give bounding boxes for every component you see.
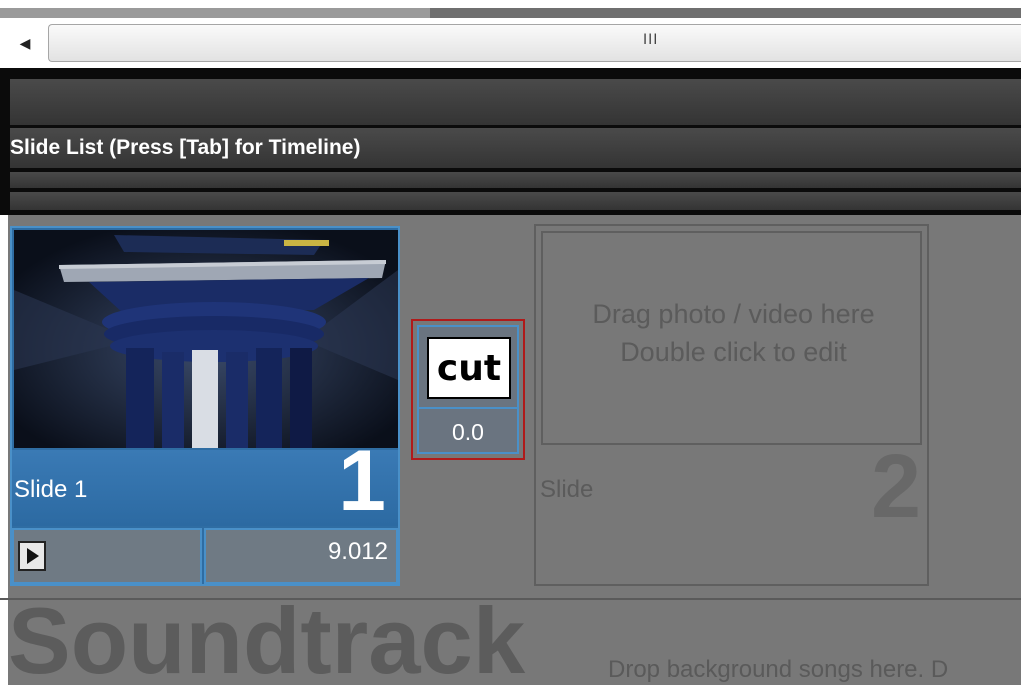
slide-label: Slide bbox=[540, 476, 594, 503]
transition-selection[interactable]: cut 0.0 bbox=[411, 319, 525, 460]
slide-card-1[interactable]: Slide 1 1 9.012 bbox=[10, 226, 400, 586]
soundtrack-drop-hint: Drop background songs here. D bbox=[608, 656, 949, 683]
transition-duration[interactable]: 0.0 bbox=[419, 419, 517, 446]
play-icon[interactable] bbox=[18, 541, 46, 571]
horizontal-scrollbar[interactable]: ◀ III bbox=[0, 0, 1021, 68]
divider-strip bbox=[10, 192, 1021, 210]
panel-header: Slide List (Press [Tab] for Timeline) bbox=[10, 128, 1021, 168]
toolbar-strip bbox=[10, 79, 1021, 125]
divider-strip bbox=[10, 172, 1021, 188]
divider bbox=[419, 407, 517, 409]
slide-duration: 9.012 bbox=[327, 538, 388, 565]
soundtrack-title: Soundtrack bbox=[8, 598, 526, 685]
slide-card-2[interactable]: Drag photo / video here Double click to … bbox=[534, 224, 929, 586]
column-thumbnail-image bbox=[14, 230, 398, 448]
preview-cell bbox=[12, 528, 202, 584]
slide-number: 1 bbox=[338, 433, 386, 529]
slide-duration-cell[interactable]: 9.012 bbox=[204, 528, 398, 584]
scroll-thumb[interactable] bbox=[48, 24, 1021, 62]
transition-card[interactable]: cut 0.0 bbox=[417, 325, 519, 454]
cut-transition-icon[interactable]: cut bbox=[427, 337, 511, 399]
soundtrack-panel[interactable]: Soundtrack Drop background songs here. D bbox=[0, 598, 1021, 685]
top-strip bbox=[0, 8, 1021, 18]
drop-hint: Drag photo / video here bbox=[592, 299, 875, 329]
media-drop-zone[interactable]: Drag photo / video here Double click to … bbox=[541, 231, 922, 445]
panel-title: Slide List (Press [Tab] for Timeline) bbox=[10, 136, 361, 159]
drop-hint: Double click to edit bbox=[620, 337, 847, 367]
slide-label: Slide 1 bbox=[14, 476, 88, 503]
scroll-left-arrow-icon[interactable]: ◀ bbox=[10, 24, 40, 62]
slide-thumbnail[interactable] bbox=[14, 230, 398, 448]
slide-number: 2 bbox=[870, 437, 921, 537]
scroll-grip-icon: III bbox=[643, 32, 659, 48]
